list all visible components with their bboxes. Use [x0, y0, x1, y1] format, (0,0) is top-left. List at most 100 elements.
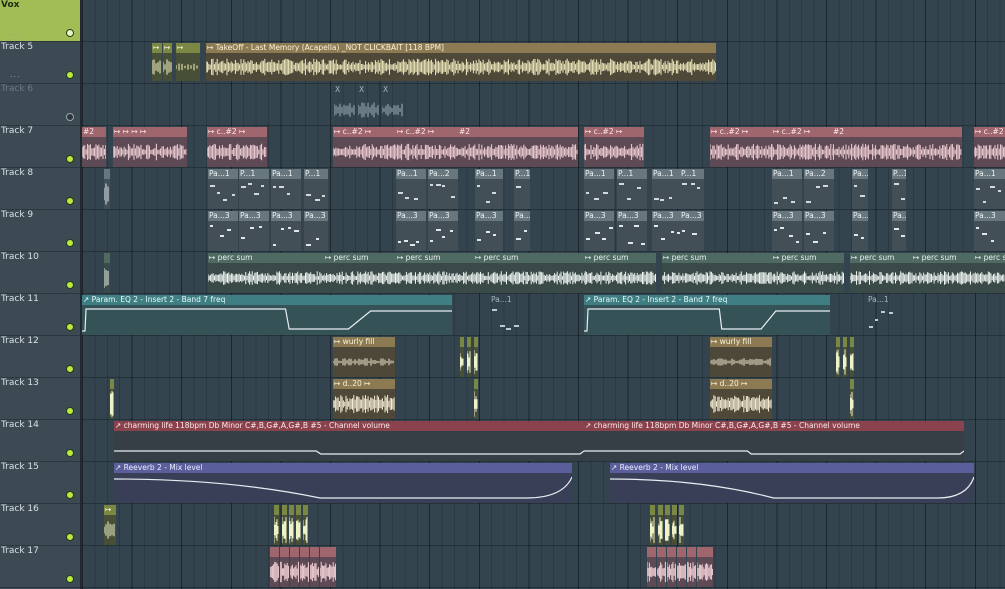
pattern-clip[interactable]: Pa...1	[475, 169, 503, 209]
pattern-clip[interactable]	[110, 379, 114, 419]
pattern-clip[interactable]: P...1	[680, 169, 704, 209]
pattern-clip[interactable]: Pa...3	[271, 211, 301, 251]
track-enable-led[interactable]	[66, 575, 74, 583]
audio-clip[interactable]: #2	[458, 127, 578, 167]
automation-clip[interactable]: ↗ charming life 118bpm Db Minor C#,B,G#,…	[114, 421, 584, 461]
pattern-clip[interactable]: ↦	[152, 43, 162, 81]
pattern-clip[interactable]	[677, 547, 686, 587]
pattern-clip[interactable]: P...1	[239, 169, 269, 209]
pattern-clip[interactable]	[687, 547, 696, 587]
track-enable-led[interactable]	[66, 71, 74, 79]
pattern-clip[interactable]: Pa...1	[396, 169, 426, 209]
pattern-clip[interactable]	[665, 505, 670, 545]
track-enable-led[interactable]	[66, 407, 74, 415]
pattern-clip[interactable]	[326, 547, 336, 587]
pattern-clip[interactable]	[104, 253, 110, 293]
pattern-clip[interactable]: P...1	[892, 169, 906, 209]
pattern-clip[interactable]: Pa...3	[680, 211, 704, 251]
pattern-clip[interactable]: X	[358, 85, 380, 125]
automation-clip[interactable]: ↗ charming life 118bpm Db Minor C#,B,G#,…	[584, 421, 964, 461]
pattern-clip[interactable]: Pa...3	[584, 211, 614, 251]
pattern-clip[interactable]	[667, 547, 676, 587]
pattern-clip[interactable]: Pa...3	[514, 211, 530, 251]
perc-audio-clip[interactable]: ↦ perc sum	[208, 253, 324, 293]
pattern-clip[interactable]: Pa...3	[475, 211, 503, 251]
pattern-clip[interactable]: Pa...1	[867, 295, 899, 335]
audio-clip[interactable]: #2	[832, 127, 962, 167]
track-header-4[interactable]: Track 7	[0, 126, 80, 168]
audio-clip[interactable]: ↦ c..#2 ↦	[207, 127, 267, 167]
pattern-clip[interactable]	[296, 505, 301, 545]
pattern-clip[interactable]	[672, 505, 677, 545]
pattern-clip[interactable]: Pa...2	[804, 169, 834, 209]
audio-clip[interactable]: ↦ c..#2 ↦	[772, 127, 832, 167]
perc-audio-clip[interactable]: ↦ perc sum	[474, 253, 584, 293]
pattern-clip[interactable]: Pa...1	[772, 169, 802, 209]
automation-clip[interactable]: ↗ Reeverb 2 - Mix level	[610, 463, 974, 503]
audio-clip[interactable]: ↦ d..20 ↦	[333, 379, 395, 419]
pattern-clip[interactable]: Pa...1	[652, 169, 682, 209]
pattern-clip[interactable]	[467, 337, 471, 377]
pattern-clip[interactable]: Pa...3	[396, 211, 426, 251]
track-header-11[interactable]: Track 14	[0, 420, 80, 462]
perc-audio-clip[interactable]: ↦ perc sum	[974, 253, 1005, 293]
pattern-clip[interactable]	[657, 547, 666, 587]
pattern-clip[interactable]	[658, 505, 663, 545]
pattern-clip[interactable]: P...1	[304, 169, 328, 209]
pattern-clip[interactable]	[460, 337, 464, 377]
track-header-2[interactable]: Track 5...	[0, 42, 80, 84]
pattern-clip[interactable]: Pa...3	[804, 211, 834, 251]
track-enable-led[interactable]	[66, 197, 74, 205]
perc-audio-clip[interactable]: ↦ perc sum	[912, 253, 974, 293]
pattern-clip[interactable]: Pa...1	[271, 169, 301, 209]
track-header-14[interactable]: Track 17	[0, 546, 80, 588]
track-enable-led[interactable]	[66, 449, 74, 457]
pattern-clip[interactable]	[843, 337, 847, 377]
pattern-clip[interactable]: Pa...1	[852, 169, 868, 209]
pattern-clip[interactable]	[836, 337, 840, 377]
pattern-clip[interactable]: P...1	[514, 169, 530, 209]
track-header-8[interactable]: Track 11	[0, 294, 80, 336]
pattern-clip[interactable]	[679, 505, 684, 545]
track-header-9[interactable]: Track 12	[0, 336, 80, 378]
pattern-clip[interactable]: X	[334, 85, 356, 125]
track-enable-led[interactable]	[66, 533, 74, 541]
pattern-clip[interactable]	[300, 547, 309, 587]
perc-audio-clip[interactable]: ↦ perc sum	[584, 253, 656, 293]
pattern-clip[interactable]: X	[382, 85, 404, 125]
pattern-clip[interactable]	[289, 505, 294, 545]
pattern-clip[interactable]	[474, 337, 478, 377]
pattern-clip[interactable]: P...1	[617, 169, 647, 209]
perc-audio-clip[interactable]: ↦ perc sum	[772, 253, 844, 293]
audio-clip[interactable]: ↦ c..#2 ↦	[333, 127, 396, 167]
track-header-3[interactable]: Track 6	[0, 84, 80, 126]
pattern-clip[interactable]: ↦	[163, 43, 172, 81]
track-header-7[interactable]: Track 10	[0, 252, 80, 294]
audio-clip[interactable]: ↦ ↦ ↦ ↦	[113, 127, 187, 167]
pattern-clip[interactable]	[647, 547, 656, 587]
audio-clip[interactable]: ↦ d..20 ↦	[710, 379, 772, 419]
pattern-clip[interactable]: Pa...3	[617, 211, 647, 251]
automation-clip[interactable]: ↗ Reeverb 2 - Mix level	[114, 463, 572, 503]
vocal-audio-clip[interactable]: ↦ TakeOff - Last Memory (Acapella) _NOT …	[206, 43, 716, 81]
perc-audio-clip[interactable]: ↦ perc sum	[662, 253, 772, 293]
arrangement-area[interactable]: ↦ ↦ ↦ ↦ TakeOff - Last Memory (Acapella) _N…	[82, 0, 1005, 589]
pattern-clip[interactable]: Pa...1	[490, 295, 522, 335]
automation-clip[interactable]: ↗ Param. EQ 2 - Insert 2 - Band 7 freq	[82, 295, 452, 335]
audio-clip[interactable]: ↦ c..#2 ↦	[584, 127, 644, 167]
pattern-clip[interactable]: Pa...1	[584, 169, 614, 209]
audio-clip[interactable]: ↦ c..#2 ↦	[710, 127, 772, 167]
track-enable-led[interactable]	[66, 491, 74, 499]
pattern-clip[interactable]	[282, 505, 287, 545]
pattern-clip[interactable]: Pa...1	[974, 169, 1005, 209]
pattern-clip[interactable]: Pa...3	[772, 211, 802, 251]
pattern-clip[interactable]	[703, 547, 713, 587]
track-enable-led[interactable]	[66, 281, 74, 289]
pattern-clip[interactable]	[850, 379, 854, 419]
pattern-clip[interactable]: Pa...3	[652, 211, 682, 251]
pattern-clip[interactable]	[650, 505, 655, 545]
track-enable-led[interactable]	[66, 239, 74, 247]
pattern-clip[interactable]	[280, 547, 289, 587]
pattern-clip[interactable]	[104, 169, 110, 209]
pattern-clip[interactable]: Pa...3	[852, 211, 868, 251]
